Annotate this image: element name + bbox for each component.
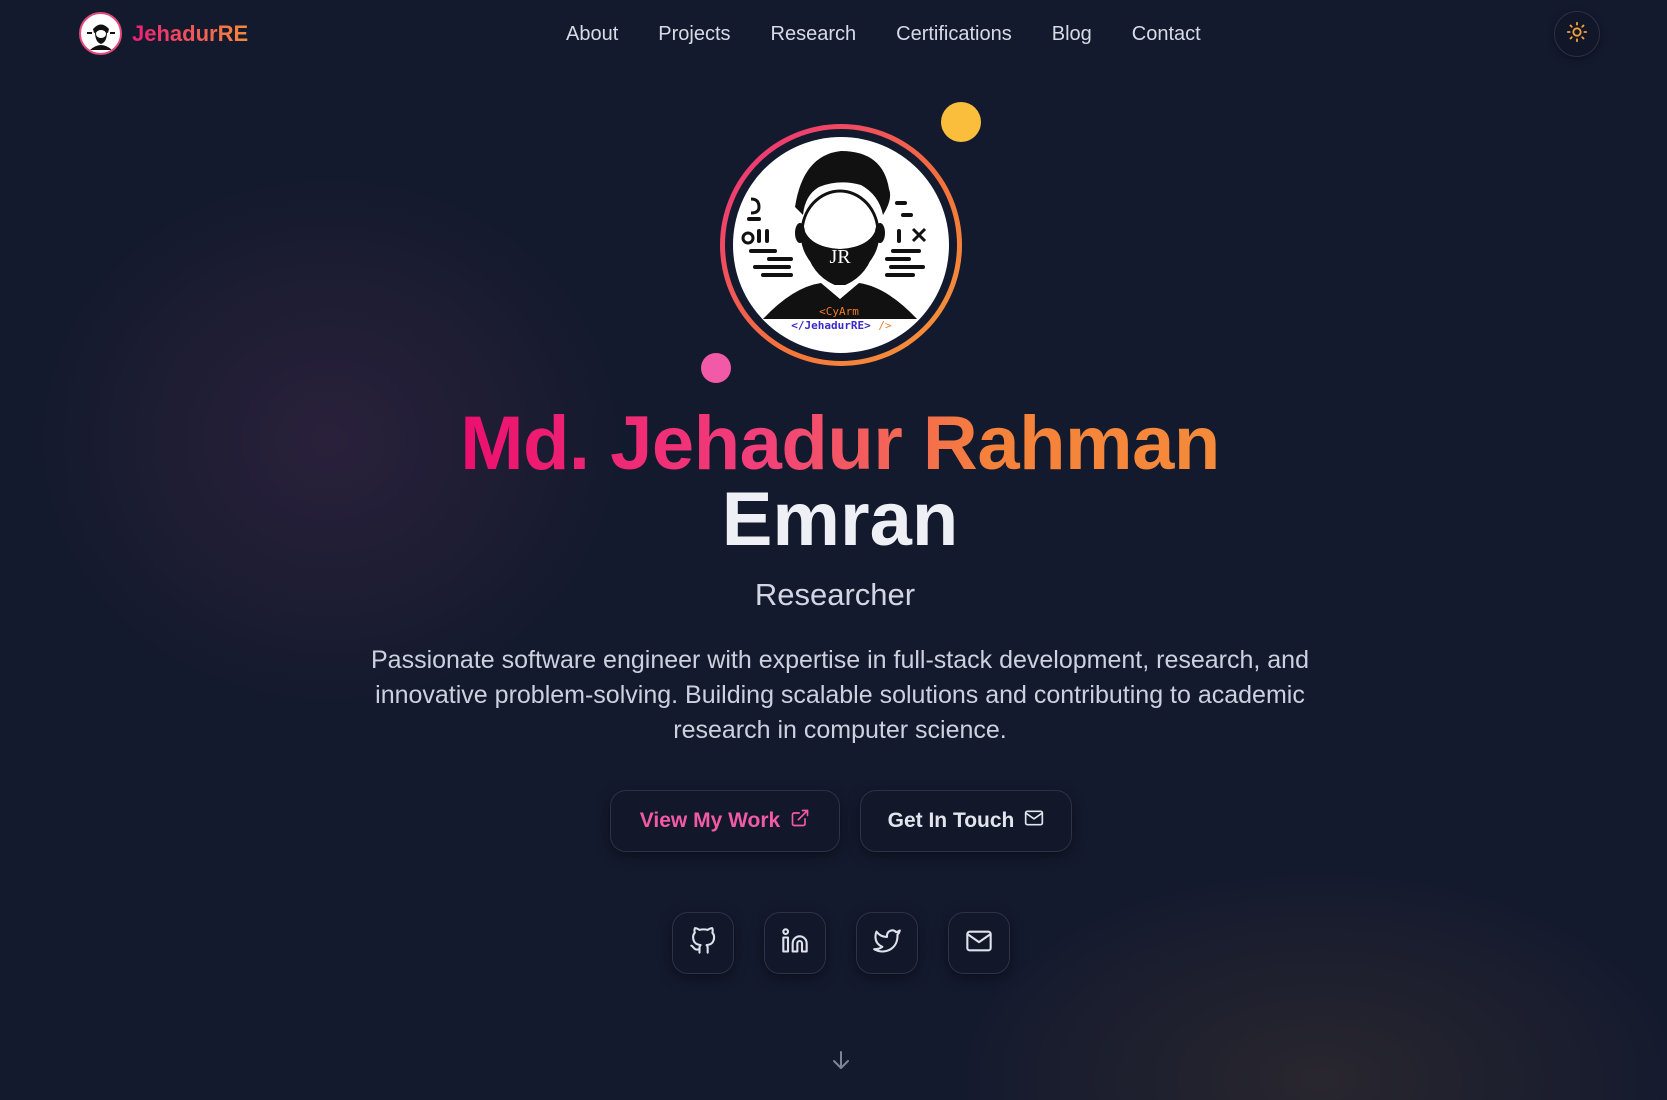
- nav-link-about[interactable]: About: [566, 20, 618, 48]
- scroll-down-button[interactable]: [827, 1048, 855, 1076]
- external-link-icon: [790, 808, 810, 834]
- nav-link-blog[interactable]: Blog: [1052, 20, 1092, 48]
- avatar-caption-bottom: </JehadurRE>: [791, 319, 871, 332]
- brand-link[interactable]: JehadurRE: [79, 12, 248, 55]
- mail-icon: [1024, 808, 1044, 834]
- nav-link-certifications[interactable]: Certifications: [896, 20, 1012, 48]
- arrow-down-icon: [829, 1048, 853, 1077]
- hero-name-gradient: Md. Jehadur Rahman: [0, 402, 1667, 486]
- get-in-touch-button[interactable]: Get In Touch: [860, 790, 1072, 852]
- nav-link-research[interactable]: Research: [771, 20, 857, 48]
- twitter-link[interactable]: [856, 912, 918, 974]
- top-nav: JehadurRE About Projects Research Certif…: [0, 0, 1667, 68]
- nav-links: About Projects Research Certifications B…: [566, 20, 1241, 48]
- avatar-caption-end: />: [878, 319, 892, 332]
- page: JehadurRE About Projects Research Certif…: [0, 0, 1667, 1100]
- get-in-touch-label: Get In Touch: [887, 809, 1015, 832]
- github-icon: [689, 926, 717, 960]
- hero-name-gradient-text: Md. Jehadur Rahman: [460, 401, 1220, 486]
- email-link[interactable]: [948, 912, 1010, 974]
- profile-avatar: JR <CyArm </JehadurRE> />: [720, 124, 962, 366]
- twitter-icon: [873, 927, 901, 960]
- hero-bio: Passionate software engineer with expert…: [370, 646, 1309, 744]
- view-my-work-label: View My Work: [639, 809, 781, 832]
- avatar-illustration: JR <CyArm </JehadurRE> />: [741, 151, 927, 332]
- brand-logo-icon: [79, 12, 122, 55]
- nav-link-projects[interactable]: Projects: [658, 20, 730, 48]
- mail-icon: [965, 927, 993, 960]
- brand-name: JehadurRE: [132, 20, 249, 46]
- theme-toggle-button[interactable]: [1554, 11, 1600, 57]
- linkedin-icon: [781, 927, 809, 960]
- social-links: [672, 912, 1010, 974]
- view-my-work-button[interactable]: View My Work: [610, 790, 840, 852]
- github-link[interactable]: [672, 912, 734, 974]
- hero-name-plain: Emran: [721, 477, 959, 562]
- linkedin-link[interactable]: [764, 912, 826, 974]
- nav-link-contact[interactable]: Contact: [1132, 20, 1201, 48]
- hero-role: Researcher: [754, 577, 916, 612]
- avatar-monogram: JR: [829, 246, 851, 268]
- sun-icon: [1566, 21, 1588, 48]
- avatar-caption-top: <CyArm: [819, 305, 859, 318]
